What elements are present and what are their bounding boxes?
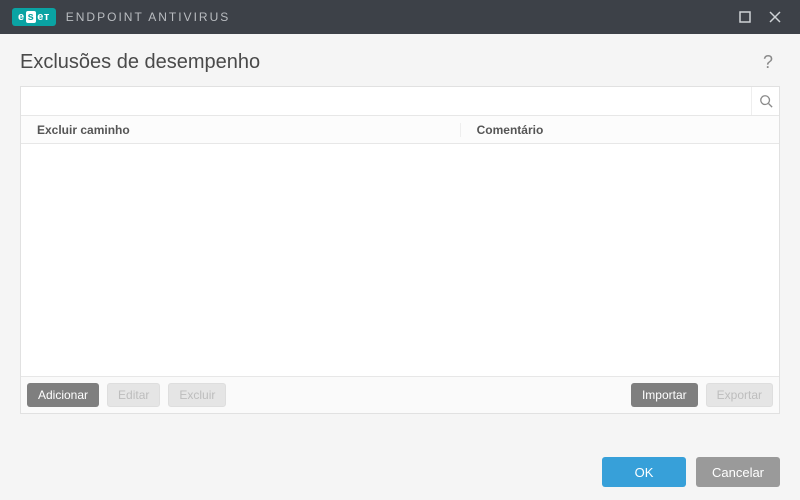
help-button[interactable]: ? <box>756 50 780 74</box>
edit-button: Editar <box>107 383 160 407</box>
product-name: ENDPOINT ANTIVIRUS <box>66 10 230 24</box>
page-title: Exclusões de desempenho <box>20 51 260 74</box>
exclusions-panel: Excluir caminho Comentário Adicionar Edi… <box>20 86 780 414</box>
content-area: Excluir caminho Comentário Adicionar Edi… <box>0 86 800 414</box>
titlebar: eseт ENDPOINT ANTIVIRUS <box>0 0 800 34</box>
brand-badge: eseт <box>12 8 56 26</box>
page-header: Exclusões de desempenho ? <box>0 34 800 86</box>
brand-e: e <box>18 11 25 23</box>
dialog-footer: OK Cancelar <box>0 444 800 500</box>
column-header-path[interactable]: Excluir caminho <box>21 123 461 137</box>
table-toolbar: Adicionar Editar Excluir Importar Export… <box>21 376 779 413</box>
search-row <box>21 87 779 116</box>
table-header: Excluir caminho Comentário <box>21 116 779 144</box>
table-body <box>21 144 779 376</box>
import-button[interactable]: Importar <box>631 383 698 407</box>
minimize-button[interactable] <box>730 0 760 34</box>
close-button[interactable] <box>760 0 790 34</box>
brand-t: eт <box>37 11 50 23</box>
search-button[interactable] <box>751 87 779 115</box>
search-input[interactable] <box>21 87 751 115</box>
export-button: Exportar <box>706 383 773 407</box>
close-icon <box>769 11 781 23</box>
add-button[interactable]: Adicionar <box>27 383 99 407</box>
minimize-icon <box>739 11 751 23</box>
brand-s: s <box>26 11 37 23</box>
delete-button: Excluir <box>168 383 226 407</box>
ok-button[interactable]: OK <box>602 457 686 487</box>
cancel-button[interactable]: Cancelar <box>696 457 780 487</box>
column-header-comment[interactable]: Comentário <box>461 123 779 137</box>
search-icon <box>759 94 773 108</box>
help-icon: ? <box>763 52 773 73</box>
